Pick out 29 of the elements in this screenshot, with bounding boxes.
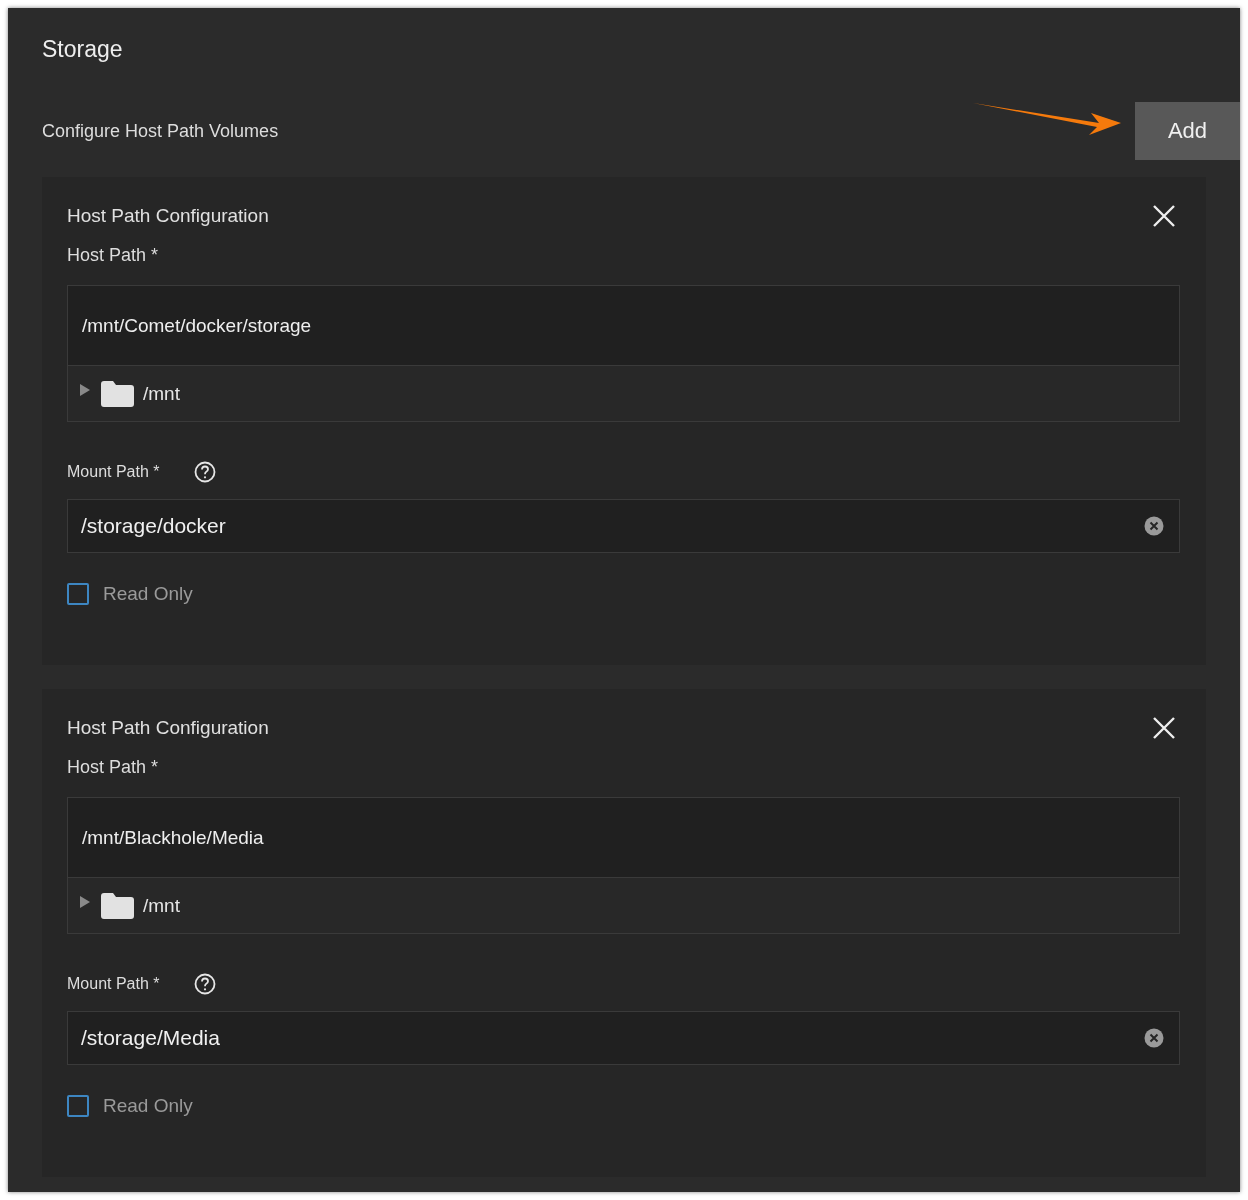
host-path-field[interactable]: /mnt/Blackhole/Media (68, 798, 1179, 878)
folder-icon (101, 380, 134, 407)
help-icon[interactable] (193, 973, 216, 995)
clear-icon[interactable] (1144, 516, 1164, 536)
tree-item-label: /mnt (143, 894, 180, 917)
card-title: Host Path Configuration (67, 717, 269, 739)
field-label: Mount Path * (67, 975, 160, 993)
host-path-field[interactable]: /mnt/Comet/docker/storage (68, 286, 1179, 366)
field-label: Host Path * (67, 245, 160, 267)
help-icon[interactable] (193, 461, 216, 483)
read-only-checkbox[interactable] (67, 1095, 89, 1117)
checkbox-label: Read Only (103, 1095, 193, 1117)
section-subtitle: Configure Host Path Volumes (42, 120, 280, 142)
add-button[interactable]: Add (1135, 102, 1240, 160)
read-only-checkbox[interactable] (67, 583, 89, 605)
field-label: Mount Path * (67, 463, 160, 481)
folder-icon (101, 892, 134, 919)
collapsed-triangle-icon[interactable] (79, 383, 91, 396)
mount-path-field[interactable]: /storage/Media (67, 1011, 1180, 1065)
close-icon[interactable] (1152, 716, 1176, 740)
clear-icon[interactable] (1144, 1028, 1164, 1048)
tree-item-label: /mnt (143, 382, 180, 405)
mount-path-field[interactable]: /storage/docker (67, 499, 1180, 553)
collapsed-triangle-icon[interactable] (79, 895, 91, 908)
section-title: Storage (42, 35, 124, 64)
card-title: Host Path Configuration (67, 205, 269, 227)
field-label: Host Path * (67, 757, 160, 779)
checkbox-label: Read Only (103, 583, 193, 605)
close-icon[interactable] (1152, 204, 1176, 228)
